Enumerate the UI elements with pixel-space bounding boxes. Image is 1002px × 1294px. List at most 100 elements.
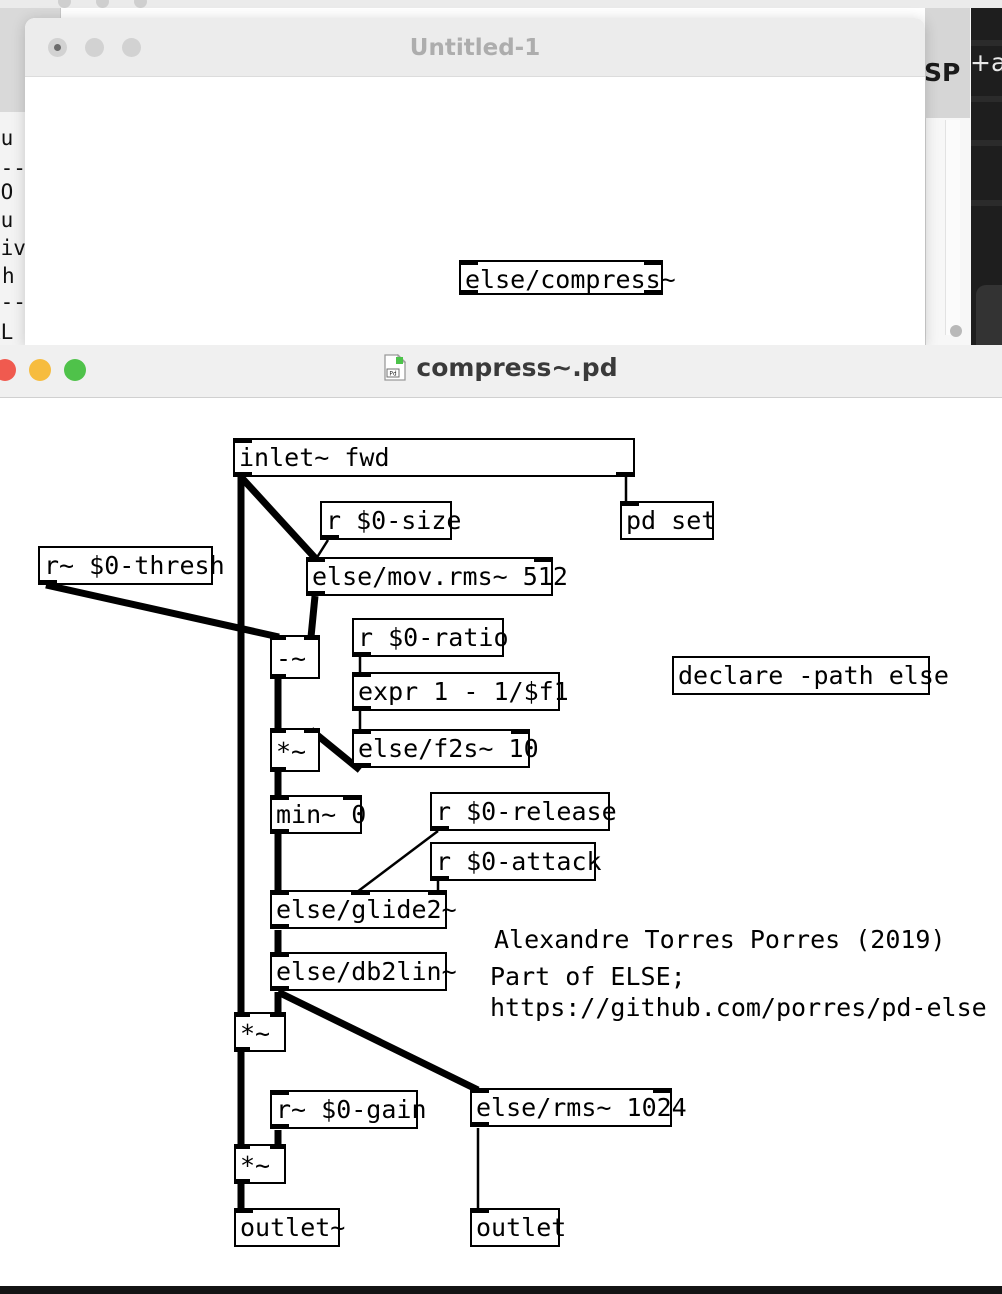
inlet-nub[interactable] (233, 438, 252, 443)
background-dark-window-label: +a (970, 48, 1002, 77)
outlet-nub[interactable] (234, 1047, 250, 1052)
pd-object-label: else/glide2~ (276, 895, 457, 924)
pd-window-title-group: Pd compress~.pd (0, 353, 1002, 382)
compress-pd-window[interactable]: Pd compress~.pd inlet~ fwd r $0-size pd … (0, 345, 1002, 1294)
inlet-nub[interactable] (306, 557, 325, 562)
pd-object-expr-ratio[interactable]: expr 1 - 1/$f1 (352, 672, 569, 711)
pd-object-r-attack[interactable]: r $0-attack (430, 842, 602, 881)
pd-object-label: pd set (626, 506, 717, 535)
pd-object-else-f2s[interactable]: else/f2s~ 10 (352, 729, 539, 768)
outlet-nub[interactable] (306, 591, 325, 596)
inlet-nub[interactable] (270, 1090, 289, 1095)
console-text-line: tiv (0, 236, 26, 260)
inlet-nub[interactable] (459, 260, 478, 265)
pd-object-label: r~ $0-thresh (44, 551, 225, 580)
inlet-nub[interactable] (352, 729, 371, 734)
inlet-nub[interactable] (270, 635, 286, 640)
pd-object-label: else/rms~ 1024 (476, 1093, 687, 1122)
inlet-nub[interactable] (352, 672, 371, 677)
pd-object-label: *~ (240, 1019, 271, 1048)
pd-object-label: *~ (276, 737, 307, 766)
pd-object-minus-tilde[interactable]: -~ (270, 635, 320, 679)
untitled-window-canvas[interactable]: else/compress~ (25, 77, 925, 345)
outlet-nub[interactable] (234, 1179, 250, 1184)
inlet-nub[interactable] (351, 890, 370, 895)
pd-object-else-compress[interactable]: else/compress~ (459, 260, 676, 295)
inlet-nub[interactable] (653, 1088, 672, 1093)
pd-object-label: declare -path else (678, 661, 949, 690)
pd-object-mult-tilde-3[interactable]: *~ (234, 1144, 286, 1184)
inlet-nub[interactable] (470, 1088, 489, 1093)
background-dark-stripe (968, 40, 1002, 46)
pd-object-r-gain[interactable]: r~ $0-gain (270, 1090, 427, 1129)
inlet-nub[interactable] (343, 795, 362, 800)
outlet-nub[interactable] (270, 1124, 289, 1129)
inlet-nub[interactable] (270, 1144, 286, 1149)
background-scrollbar-knob[interactable] (950, 325, 962, 337)
pd-object-else-glide2[interactable]: else/glide2~ (270, 890, 457, 929)
background-traffic-light[interactable] (96, 0, 109, 8)
inlet-nub[interactable] (270, 795, 289, 800)
background-scrollbar-track[interactable] (945, 120, 960, 335)
outlet-nub[interactable] (233, 472, 252, 477)
pd-object-else-rms[interactable]: else/rms~ 1024 (470, 1088, 687, 1127)
pd-object-r-thresh[interactable]: r~ $0-thresh (38, 546, 225, 585)
outlet-nub[interactable] (270, 767, 286, 772)
pd-object-r-size[interactable]: r $0-size (320, 501, 461, 540)
pd-object-pd-set[interactable]: pd set (620, 501, 717, 540)
outlet-nub[interactable] (644, 290, 663, 295)
pd-object-label: r $0-release (436, 797, 617, 826)
inlet-nub[interactable] (270, 1012, 286, 1017)
pd-object-else-mov-rms[interactable]: else/mov.rms~ 512 (306, 557, 568, 596)
pd-object-inlet-fwd[interactable]: inlet~ fwd (233, 438, 635, 477)
pd-object-label: r~ $0-gain (276, 1095, 427, 1124)
inlet-nub[interactable] (234, 1144, 250, 1149)
console-text-line: NO (0, 180, 14, 204)
untitled-window-titlebar[interactable]: Untitled-1 (25, 18, 925, 77)
pd-window-titlebar[interactable]: Pd compress~.pd (0, 345, 1002, 398)
outlet-nub[interactable] (430, 876, 449, 881)
outlet-nub[interactable] (38, 580, 57, 585)
outlet-nub[interactable] (270, 986, 289, 991)
inlet-nub[interactable] (270, 728, 286, 733)
inlet-nub[interactable] (234, 1208, 253, 1213)
background-dark-stripe (968, 200, 1002, 206)
pd-object-outlet-signal[interactable]: outlet~ (234, 1208, 345, 1247)
outlet-nub[interactable] (270, 829, 289, 834)
pd-object-mult-tilde-2[interactable]: *~ (234, 1012, 286, 1052)
outlet-nub[interactable] (616, 472, 635, 477)
pd-object-label: inlet~ fwd (239, 443, 390, 472)
inlet-nub[interactable] (428, 890, 447, 895)
pd-object-min-tilde[interactable]: min~ 0 (270, 795, 366, 834)
inlet-nub[interactable] (511, 729, 530, 734)
inlet-nub[interactable] (270, 890, 289, 895)
background-traffic-light[interactable] (134, 0, 147, 8)
untitled-window[interactable]: Untitled-1 else/compress~ (25, 18, 925, 345)
pd-object-label: outlet~ (240, 1213, 346, 1242)
pd-object-declare-path[interactable]: declare -path else (672, 656, 949, 695)
outlet-nub[interactable] (430, 826, 449, 831)
inlet-nub[interactable] (644, 260, 663, 265)
pd-object-r-ratio[interactable]: r $0-ratio (352, 618, 509, 657)
pd-object-outlet-control[interactable]: outlet (470, 1208, 566, 1247)
inlet-nub[interactable] (304, 635, 320, 640)
inlet-nub[interactable] (304, 728, 320, 733)
inlet-nub[interactable] (470, 1208, 489, 1213)
inlet-nub[interactable] (234, 1012, 250, 1017)
outlet-nub[interactable] (470, 1122, 489, 1127)
outlet-nub[interactable] (459, 290, 478, 295)
outlet-nub[interactable] (352, 652, 371, 657)
inlet-nub[interactable] (534, 557, 553, 562)
outlet-nub[interactable] (270, 924, 289, 929)
outlet-nub[interactable] (320, 535, 339, 540)
background-traffic-light[interactable] (58, 0, 71, 8)
outlet-nub[interactable] (352, 706, 371, 711)
pd-object-else-db2lin[interactable]: else/db2lin~ (270, 952, 457, 991)
inlet-nub[interactable] (270, 952, 289, 957)
pd-object-r-release[interactable]: r $0-release (430, 792, 617, 831)
inlet-nub[interactable] (620, 501, 639, 506)
outlet-nub[interactable] (352, 763, 371, 768)
outlet-nub[interactable] (270, 674, 286, 679)
pd-object-mult-tilde-1[interactable]: *~ (270, 728, 320, 772)
pd-window-canvas[interactable]: inlet~ fwd r $0-size pd set r~ $0-thresh… (0, 398, 1002, 1286)
